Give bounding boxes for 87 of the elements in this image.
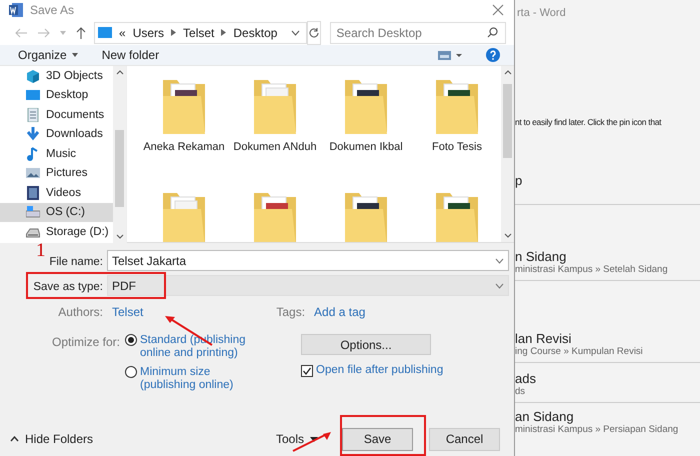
folder-icon[interactable]: [343, 191, 389, 242]
breadcrumb-item[interactable]: Telset: [183, 26, 214, 40]
down-arrow-icon: [26, 127, 40, 142]
folder-name[interactable]: Dokumen ANduh: [232, 140, 318, 154]
step-number: 1: [36, 241, 46, 261]
picture-icon: [26, 166, 40, 180]
section-heading: p: [515, 173, 700, 205]
monitor-icon: [98, 27, 112, 38]
chevron-icon: [171, 29, 176, 36]
field-label: Tags:: [276, 305, 306, 319]
refresh-icon: [308, 26, 320, 38]
cube-icon: [26, 68, 40, 83]
sidebar-item[interactable]: 3D Objects: [0, 66, 113, 86]
chevron-icon: [221, 29, 226, 36]
caret-icon: [72, 52, 78, 57]
chevron-down-icon[interactable]: [291, 30, 300, 36]
window-title: rta - Word: [516, 7, 567, 19]
folder-icon[interactable]: [434, 78, 480, 136]
scroll-thumb[interactable]: [115, 130, 124, 207]
radio-option[interactable]: Minimum size (publishing online): [125, 366, 257, 392]
field-label: Save as type:: [33, 280, 103, 292]
organize-menu[interactable]: Organize: [18, 48, 78, 62]
tools-menu[interactable]: Tools: [276, 432, 318, 446]
folder-name[interactable]: Dokumen Ikbal: [323, 140, 409, 154]
options-button[interactable]: Options...: [301, 334, 431, 355]
scroll-down-icon: [116, 234, 124, 239]
file-type-dropdown[interactable]: PDF: [107, 275, 509, 296]
music-note-icon: [26, 146, 40, 161]
search-field[interactable]: Search Desktop: [330, 22, 506, 44]
sidebar-item[interactable]: Pictures: [0, 164, 113, 183]
field-label: File name:: [49, 256, 103, 268]
film-icon: [26, 186, 40, 200]
save-button[interactable]: Save: [342, 428, 413, 450]
scroll-down-icon: [504, 233, 512, 238]
refresh-button[interactable]: [307, 20, 322, 44]
recent-location[interactable]: lan Revisi ing Course » Kumpulan Revisi: [515, 281, 700, 363]
caret-up-icon: [10, 436, 19, 442]
breadcrumb-overflow[interactable]: «: [119, 26, 126, 40]
field-label: Optimize for:: [50, 335, 121, 351]
chevron-down-icon: [495, 282, 504, 288]
radio-button[interactable]: [125, 334, 137, 346]
document-icon: [26, 108, 40, 122]
sidebar-item[interactable]: Music: [0, 144, 113, 164]
folder-name[interactable]: Foto Tesis: [414, 140, 500, 154]
folder-icon[interactable]: [434, 191, 480, 242]
recent-location[interactable]: ads ds: [515, 363, 700, 403]
scrollbar[interactable]: [501, 66, 514, 242]
folder-name[interactable]: Aneka Rekaman: [141, 140, 227, 154]
sidebar-item[interactable]: Desktop: [0, 86, 113, 105]
radio-button[interactable]: [125, 366, 137, 378]
sidebar-item[interactable]: OS (C:): [0, 202, 113, 222]
scrollbar[interactable]: [113, 66, 126, 243]
hint-text: nt to easily find later. Click the pin icon that: [515, 117, 662, 127]
field-label: Authors:: [57, 305, 104, 319]
monitor-icon: [26, 88, 40, 102]
new-folder-button[interactable]: New folder: [102, 48, 160, 62]
word-app-icon: [9, 3, 23, 18]
caret-icon: [310, 436, 318, 442]
folder-icon[interactable]: [343, 78, 389, 136]
help-icon[interactable]: [486, 48, 500, 62]
hide-folders-button[interactable]: Hide Folders: [10, 432, 94, 446]
breadcrumb-item[interactable]: Desktop: [233, 26, 278, 40]
address-bar[interactable]: « Users Telset Desktop: [94, 22, 308, 44]
sidebar-item[interactable]: Storage (D:): [0, 222, 113, 242]
sidebar-item[interactable]: Downloads: [0, 124, 113, 144]
file-name-field[interactable]: Telset Jakarta: [107, 250, 509, 271]
sidebar-item[interactable]: Documents: [0, 105, 113, 124]
scroll-up-icon: [116, 70, 124, 75]
checkbox[interactable]: [301, 364, 313, 376]
cancel-button[interactable]: Cancel: [429, 428, 500, 450]
recent-location[interactable]: n Sidang ministrasi Kampus » Setelah Sidang: [515, 205, 700, 281]
close-icon[interactable]: [492, 4, 504, 16]
window-title: Save As: [30, 3, 74, 18]
drive-icon: [26, 205, 40, 220]
breadcrumb-item[interactable]: Users: [132, 26, 164, 40]
up-arrow-icon[interactable]: [75, 26, 87, 40]
sidebar-item[interactable]: Videos: [0, 183, 113, 202]
author-link[interactable]: Telset: [112, 305, 144, 319]
scroll-up-icon: [504, 70, 512, 75]
scroll-thumb[interactable]: [503, 84, 512, 158]
view-options-icon[interactable]: [438, 50, 462, 60]
recent-location[interactable]: an Sidang ministrasi Kampus » Persiapan Sidang: [515, 403, 700, 440]
search-icon: [487, 27, 498, 38]
add-tag-link[interactable]: Add a tag: [314, 305, 366, 319]
chevron-down-icon: [495, 258, 504, 264]
checkbox-option[interactable]: Open file after publishing: [301, 364, 444, 377]
folder-icon[interactable]: [161, 78, 207, 136]
